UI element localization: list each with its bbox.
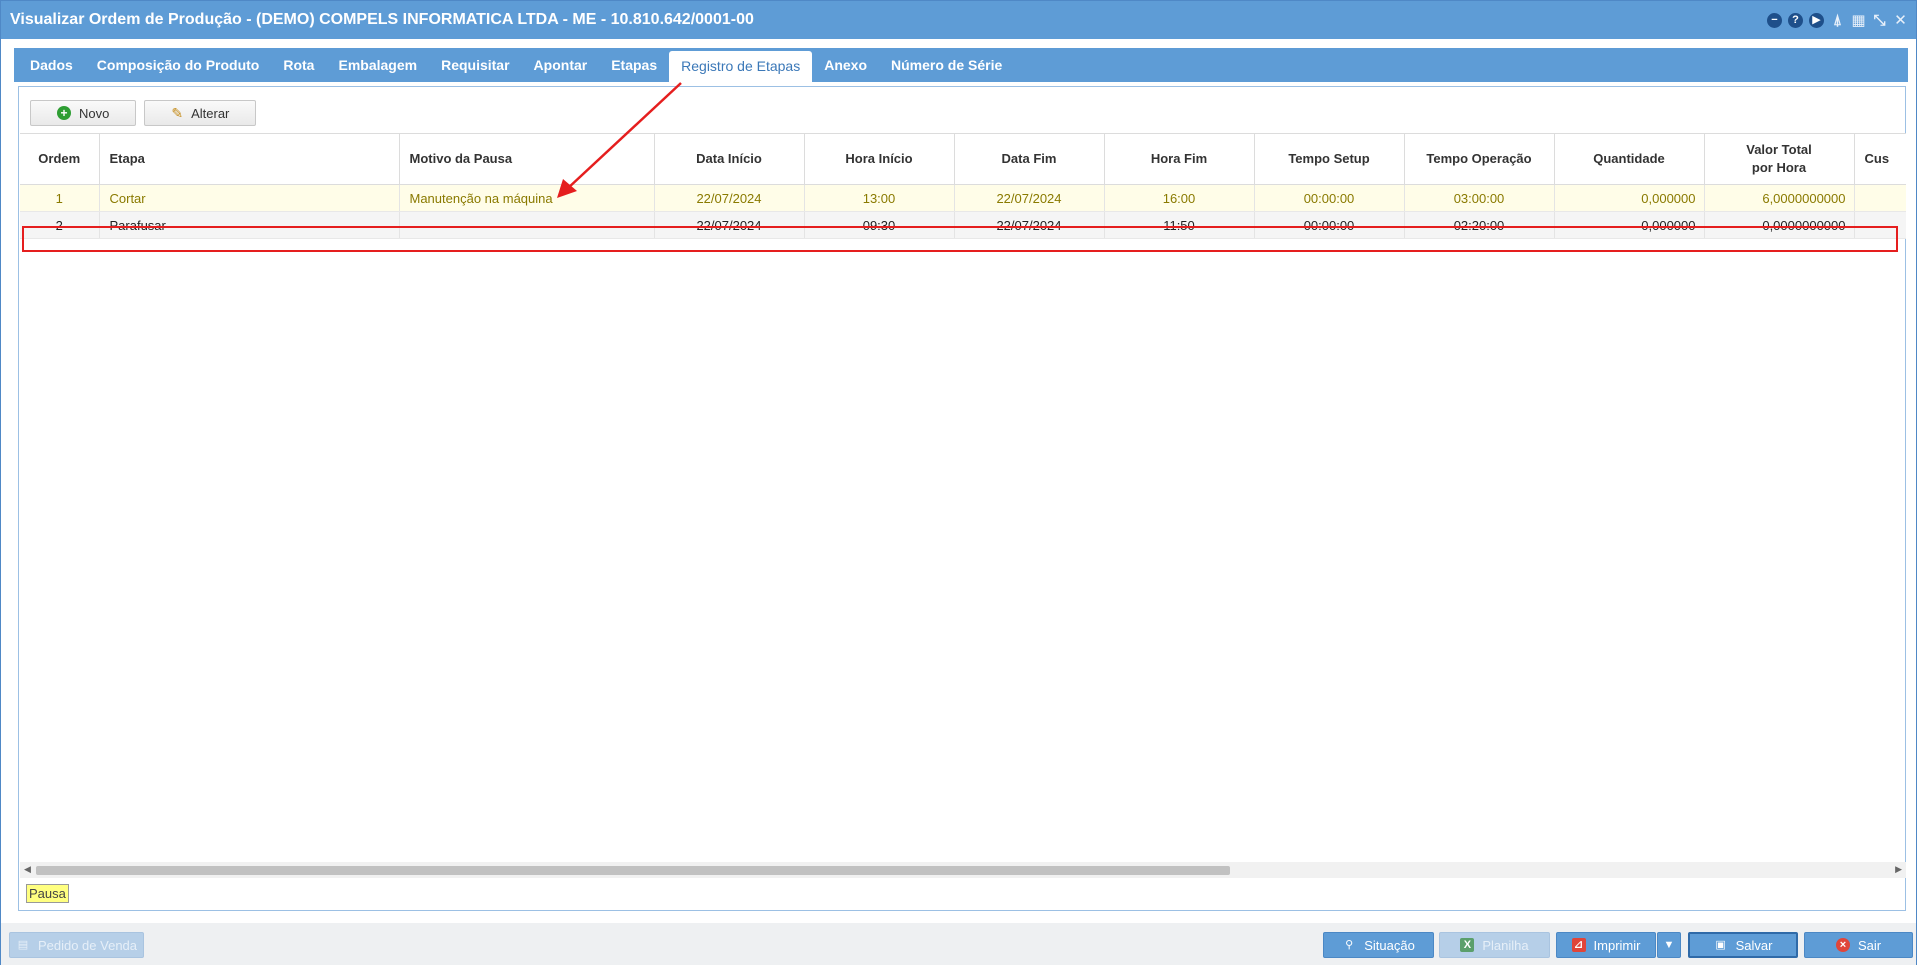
close-icon[interactable]: ✕ — [1893, 13, 1908, 28]
footer-bar: ▤ Pedido de Venda ⚲ Situação X Planilha … — [1, 923, 1916, 965]
spreadsheet-button[interactable]: X Planilha — [1439, 932, 1550, 958]
sales-order-icon: ▤ — [17, 939, 29, 951]
tab-composicao-produto[interactable]: Composição do Produto — [85, 48, 272, 82]
collapse-icon[interactable]: ⤡ — [1872, 13, 1887, 28]
save-label: Salvar — [1735, 937, 1773, 953]
cell-ordem: 1 — [20, 184, 100, 212]
floppy-disk-icon: ▣ — [1715, 939, 1726, 951]
help-icon[interactable]: ? — [1788, 12, 1803, 28]
search-icon: ⚲ — [1345, 939, 1354, 951]
tab-numero-serie[interactable]: Número de Série — [879, 48, 1014, 82]
scrollbar-thumb[interactable] — [36, 866, 1230, 875]
cell-custo — [1854, 211, 1906, 239]
cell-valor-total: 0,0000000000 — [1704, 211, 1855, 239]
column-header-ordem[interactable]: Ordem — [20, 133, 100, 185]
plus-icon: + — [57, 106, 71, 120]
scroll-left-icon[interactable]: ◀ — [24, 864, 31, 875]
pdf-icon: ⊿ — [1571, 938, 1586, 952]
cell-data-inicio: 22/07/2024 — [654, 184, 805, 212]
column-header-etapa[interactable]: Etapa — [99, 133, 400, 185]
chevron-down-icon: ▼ — [1663, 939, 1675, 951]
cell-hora-inicio: 09:30 — [804, 211, 955, 239]
exit-label: Sair — [1857, 937, 1882, 953]
table-header-row: Ordem Etapa Motivo da Pausa Data Início … — [20, 133, 1906, 185]
excel-icon: X — [1460, 938, 1475, 952]
tab-requisitar[interactable]: Requisitar — [429, 48, 521, 82]
spreadsheet-label: Planilha — [1482, 937, 1529, 953]
sales-order-button[interactable]: ▤ Pedido de Venda — [9, 932, 144, 958]
edit-icon: ✎ — [171, 104, 184, 121]
column-header-hora-inicio[interactable]: Hora Início — [804, 133, 955, 185]
cell-tempo-setup: 00:00:00 — [1254, 184, 1405, 212]
tab-etapas[interactable]: Etapas — [599, 48, 669, 82]
new-button[interactable]: + Novo — [30, 100, 137, 126]
column-header-data-fim[interactable]: Data Fim — [954, 133, 1105, 185]
print-button[interactable]: ⊿ Imprimir — [1556, 932, 1656, 958]
cell-motivo-pausa: Manutenção na máquina — [399, 184, 655, 212]
cell-hora-inicio: 13:00 — [804, 184, 955, 212]
situation-button[interactable]: ⚲ Situação — [1323, 932, 1434, 958]
cell-etapa: Cortar — [99, 184, 400, 212]
column-header-tempo-operacao[interactable]: Tempo Operação — [1404, 133, 1555, 185]
cell-valor-total: 6,0000000000 — [1704, 184, 1855, 212]
cell-ordem: 2 — [20, 211, 100, 239]
cell-tempo-setup: 00:00:00 — [1254, 211, 1405, 239]
calendar-icon[interactable]: ▦ — [1851, 13, 1866, 28]
tab-anexo[interactable]: Anexo — [812, 48, 879, 82]
exit-button[interactable]: × Sair — [1804, 932, 1913, 958]
window-title: Visualizar Ordem de Produção - (DEMO) CO… — [10, 11, 754, 28]
stage-records-table: Ordem Etapa Motivo da Pausa Data Início … — [20, 133, 1906, 239]
production-order-window: Visualizar Ordem de Produção - (DEMO) CO… — [0, 0, 1917, 965]
table-row[interactable]: 2 Parafusar 22/07/2024 09:30 22/07/2024 … — [20, 211, 1906, 239]
situation-label: Situação — [1364, 937, 1415, 953]
edit-button[interactable]: ✎ Alterar — [144, 100, 257, 126]
tab-registro-etapas[interactable]: Registro de Etapas — [669, 51, 813, 82]
new-button-label: Novo — [79, 105, 110, 121]
save-button[interactable]: ▣ Salvar — [1688, 932, 1798, 958]
column-header-valor-total-hora[interactable]: Valor Total por Hora — [1704, 133, 1855, 185]
stage-records-grid: Ordem Etapa Motivo da Pausa Data Início … — [20, 133, 1906, 869]
bell-icon[interactable]: ⍋ — [1830, 13, 1845, 28]
title-bar: Visualizar Ordem de Produção - (DEMO) CO… — [1, 1, 1916, 39]
cell-tempo-operacao: 03:00:00 — [1404, 184, 1555, 212]
cell-data-fim: 22/07/2024 — [954, 211, 1105, 239]
column-header-motivo-pausa[interactable]: Motivo da Pausa — [399, 133, 655, 185]
tab-bar: Dados Composição do Produto Rota Embalag… — [14, 48, 1908, 82]
cell-hora-fim: 11:50 — [1104, 211, 1255, 239]
cell-quantidade: 0,000000 — [1554, 184, 1705, 212]
column-header-data-inicio[interactable]: Data Início — [654, 133, 805, 185]
pause-legend: Pausa — [26, 884, 69, 903]
table-row[interactable]: 1 Cortar Manutenção na máquina 22/07/202… — [20, 184, 1906, 212]
horizontal-scrollbar[interactable]: ◀ ▶ — [20, 862, 1906, 878]
exit-icon: × — [1835, 938, 1850, 952]
scroll-right-icon[interactable]: ▶ — [1895, 864, 1902, 875]
cell-data-fim: 22/07/2024 — [954, 184, 1105, 212]
tab-embalagem[interactable]: Embalagem — [326, 48, 429, 82]
print-dropdown-button[interactable]: ▼ — [1657, 932, 1681, 958]
cell-quantidade: 0,000000 — [1554, 211, 1705, 239]
tab-apontar[interactable]: Apontar — [522, 48, 600, 82]
tab-dados[interactable]: Dados — [18, 48, 85, 82]
play-icon[interactable]: ▶ — [1809, 12, 1824, 28]
cell-motivo-pausa — [399, 211, 655, 239]
panel-toolbar: + Novo ✎ Alterar — [30, 100, 257, 126]
cell-etapa: Parafusar — [99, 211, 400, 239]
sales-order-label: Pedido de Venda — [37, 937, 138, 953]
column-header-quantidade[interactable]: Quantidade — [1554, 133, 1705, 185]
cell-data-inicio: 22/07/2024 — [654, 211, 805, 239]
cell-hora-fim: 16:00 — [1104, 184, 1255, 212]
column-header-custo[interactable]: Cus — [1854, 133, 1906, 185]
column-header-tempo-setup[interactable]: Tempo Setup — [1254, 133, 1405, 185]
cell-custo — [1854, 184, 1906, 212]
stage-records-panel: + Novo ✎ Alterar Ordem Etapa Motivo da P… — [18, 86, 1906, 911]
column-header-hora-fim[interactable]: Hora Fim — [1104, 133, 1255, 185]
title-bar-icons: − ? ▶ ⍋ ▦ ⤡ ✕ — [1767, 11, 1908, 29]
print-label: Imprimir — [1593, 937, 1641, 953]
cell-tempo-operacao: 02:20:00 — [1404, 211, 1555, 239]
edit-button-label: Alterar — [191, 105, 230, 121]
minimize-circle-icon[interactable]: − — [1767, 12, 1782, 28]
tab-rota[interactable]: Rota — [271, 48, 326, 82]
